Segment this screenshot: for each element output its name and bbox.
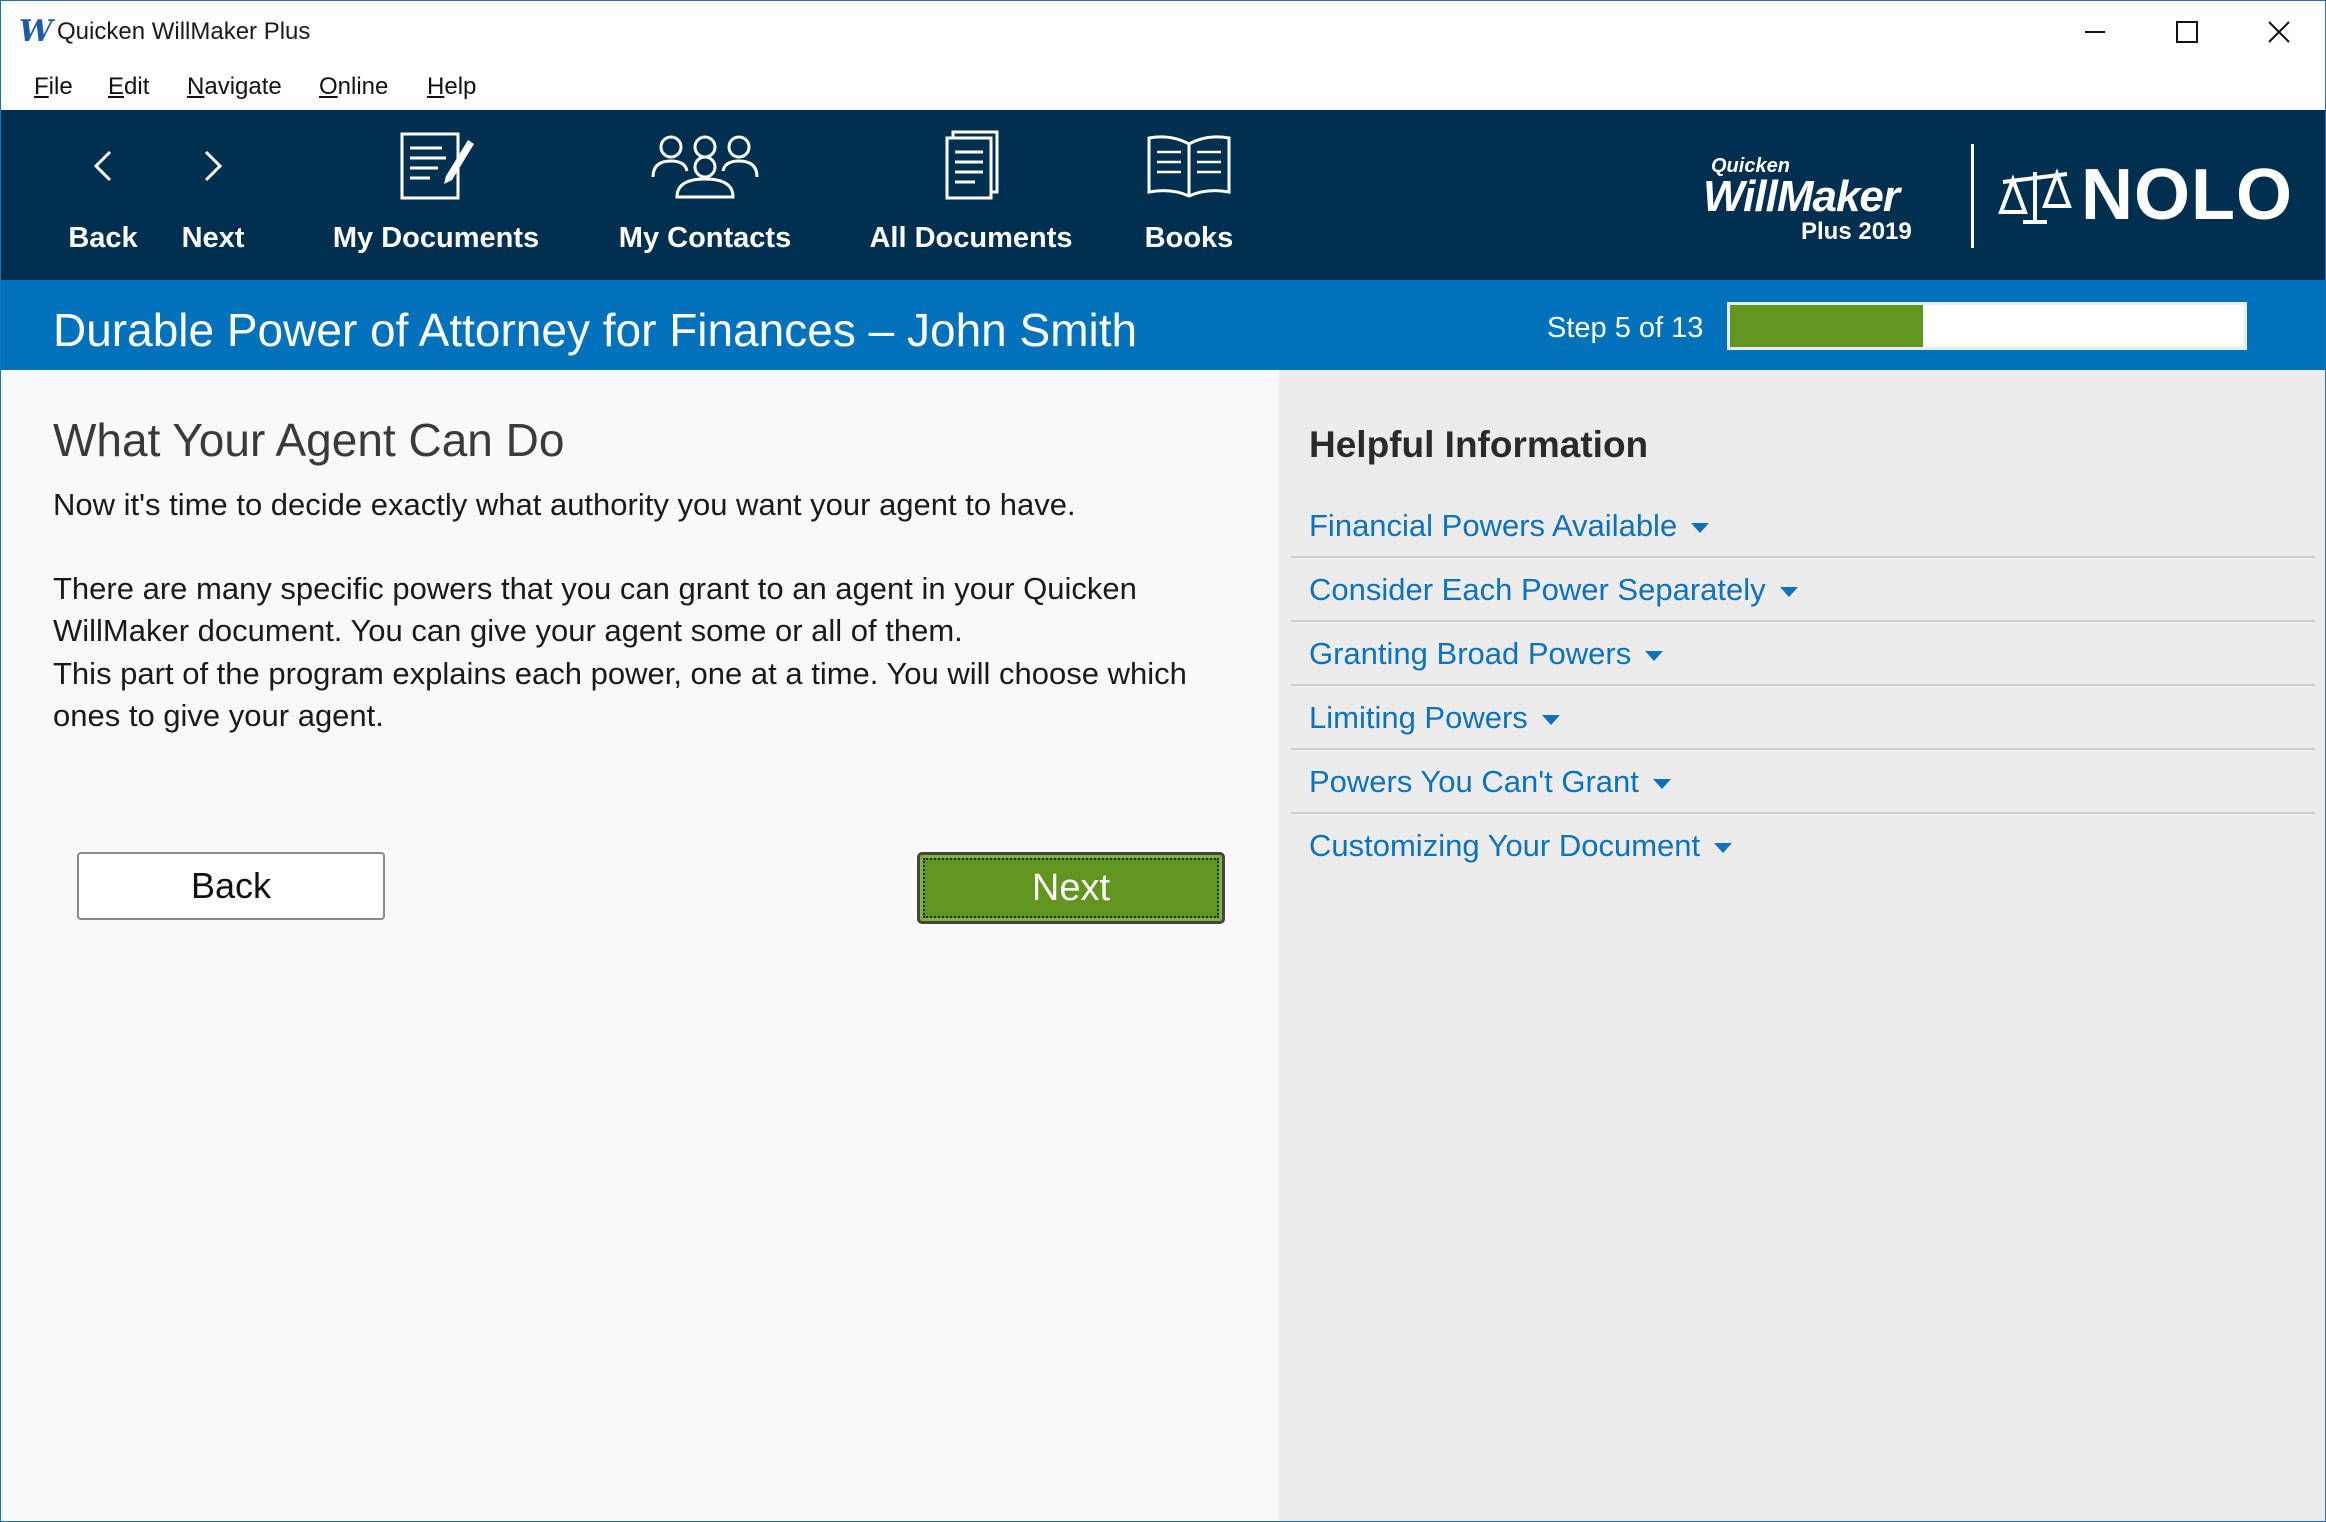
helpful-information-list: Financial Powers Available Consider Each… — [1291, 494, 2315, 878]
toolbar-next-button[interactable]: Next — [161, 110, 265, 280]
document-edit-icon — [313, 126, 559, 206]
brand-area: Quicken WillMaker Plus 2019 NOLO — [1703, 110, 2307, 280]
toolbar-back-label: Back — [68, 222, 138, 254]
minimize-icon — [2085, 30, 2105, 33]
back-button[interactable]: Back — [77, 852, 385, 920]
window-title: Quicken WillMaker Plus — [57, 18, 311, 45]
menu-edit-label: dit — [124, 73, 150, 100]
powers-paragraph: There are many specific powers that you … — [53, 571, 1137, 648]
caret-down-icon — [1714, 842, 1733, 853]
progress-bar-fill — [1730, 305, 1923, 347]
help-link-financial-powers[interactable]: Financial Powers Available — [1309, 506, 1710, 546]
document-header: Durable Power of Attorney for Finances –… — [1, 280, 2325, 370]
list-item: Consider Each Power Separately — [1291, 558, 2315, 622]
menu-online-label: nline — [337, 73, 389, 100]
open-book-icon — [1131, 126, 1247, 206]
caret-down-icon — [1691, 522, 1710, 533]
list-item: Powers You Can't Grant — [1291, 750, 2315, 814]
menu-online-accel: O — [319, 73, 338, 100]
list-item: Granting Broad Powers — [1291, 622, 2315, 686]
help-link-label: Consider Each Power Separately — [1309, 572, 1766, 607]
help-link-label: Customizing Your Document — [1309, 828, 1701, 863]
toolbar-next-label: Next — [181, 222, 245, 254]
toolbar-books-button[interactable]: Books — [1131, 110, 1247, 280]
help-link-granting-broad-powers[interactable]: Granting Broad Powers — [1309, 634, 1664, 674]
menu-navigate[interactable]: Navigate — [187, 72, 282, 102]
willmaker-logo: Quicken WillMaker Plus 2019 — [1703, 154, 1943, 254]
page-title: What Your Agent Can Do — [53, 414, 565, 466]
help-link-label: Limiting Powers — [1309, 700, 1528, 735]
chevron-left-icon — [51, 126, 155, 206]
step-indicator: Step 5 of 13 — [1547, 312, 1704, 344]
maximize-button[interactable] — [2141, 1, 2233, 62]
menu-navigate-accel: N — [187, 73, 205, 100]
help-link-customizing-document[interactable]: Customizing Your Document — [1309, 826, 1733, 866]
willmaker-logo-plus: Plus 2019 — [1801, 218, 1912, 245]
toolbar-my-contacts-label: My Contacts — [618, 222, 792, 254]
toolbar-all-documents-button[interactable]: All Documents — [853, 110, 1089, 280]
list-item: Financial Powers Available — [1291, 494, 2315, 558]
help-link-limiting-powers[interactable]: Limiting Powers — [1309, 698, 1560, 738]
list-item: Limiting Powers — [1291, 686, 2315, 750]
help-link-powers-you-cant-grant[interactable]: Powers You Can't Grant — [1309, 762, 1671, 802]
caret-down-icon — [1652, 778, 1671, 789]
close-icon — [2268, 20, 2290, 43]
menu-help-accel: H — [427, 73, 445, 100]
menu-file-label: ile — [48, 73, 73, 100]
toolbar-back-button[interactable]: Back — [51, 110, 155, 280]
caret-down-icon — [1645, 650, 1664, 661]
document-stack-icon — [853, 126, 1089, 206]
menu-edit[interactable]: Edit — [108, 72, 149, 102]
menu-bar: File Edit Navigate Online Help — [1, 62, 2325, 110]
menu-navigate-label: avigate — [204, 73, 282, 100]
app-logo-icon: W — [19, 14, 53, 49]
document-title: Durable Power of Attorney for Finances –… — [53, 304, 1138, 356]
progress-bar — [1727, 302, 2247, 350]
toolbar-my-documents-button[interactable]: My Documents — [313, 110, 559, 280]
menu-online[interactable]: Online — [319, 72, 388, 102]
toolbar-books-label: Books — [1144, 222, 1234, 254]
nolo-logo-text: NOLO — [2081, 155, 2293, 235]
scales-of-justice-icon — [1998, 168, 2072, 224]
help-link-label: Granting Broad Powers — [1309, 636, 1632, 671]
main-content: What Your Agent Can Do Now it's time to … — [1, 370, 1279, 1521]
helpful-information-title: Helpful Information — [1309, 424, 1649, 465]
toolbar-my-contacts-button[interactable]: My Contacts — [597, 110, 813, 280]
toolbar-all-documents-label: All Documents — [869, 222, 1073, 254]
minimize-button[interactable] — [2049, 1, 2141, 62]
help-link-label: Financial Powers Available — [1309, 508, 1678, 543]
toolbar-my-documents-label: My Documents — [332, 222, 540, 254]
caret-down-icon — [1541, 714, 1560, 725]
menu-file-accel: F — [34, 73, 49, 100]
app-window: W Quicken WillMaker Plus File Edit Navig… — [0, 0, 2326, 1522]
close-button[interactable] — [2233, 1, 2325, 62]
chevron-right-icon — [161, 126, 265, 206]
willmaker-logo-name: WillMaker — [1703, 172, 1900, 221]
menu-help[interactable]: Help — [427, 72, 476, 102]
menu-file[interactable]: File — [34, 72, 73, 102]
menu-help-label: elp — [444, 73, 477, 100]
menu-edit-accel: E — [108, 73, 125, 100]
title-bar: W Quicken WillMaker Plus — [1, 1, 2325, 62]
help-link-consider-each-power[interactable]: Consider Each Power Separately — [1309, 570, 1798, 610]
helpful-information-panel: Helpful Information Financial Powers Ava… — [1279, 370, 2325, 1521]
contacts-group-icon — [597, 126, 813, 206]
main-toolbar: Back Next My Documents My Contacts All D… — [1, 110, 2325, 280]
caret-down-icon — [1779, 586, 1798, 597]
brand-divider — [1971, 144, 1974, 248]
intro-paragraph: Now it's time to decide exactly what aut… — [53, 487, 1076, 522]
next-button[interactable]: Next — [917, 852, 1225, 924]
help-link-label: Powers You Can't Grant — [1309, 764, 1639, 799]
explanation-paragraph: This part of the program explains each p… — [53, 656, 1187, 733]
maximize-icon — [2176, 20, 2198, 43]
list-item: Customizing Your Document — [1291, 814, 2315, 878]
